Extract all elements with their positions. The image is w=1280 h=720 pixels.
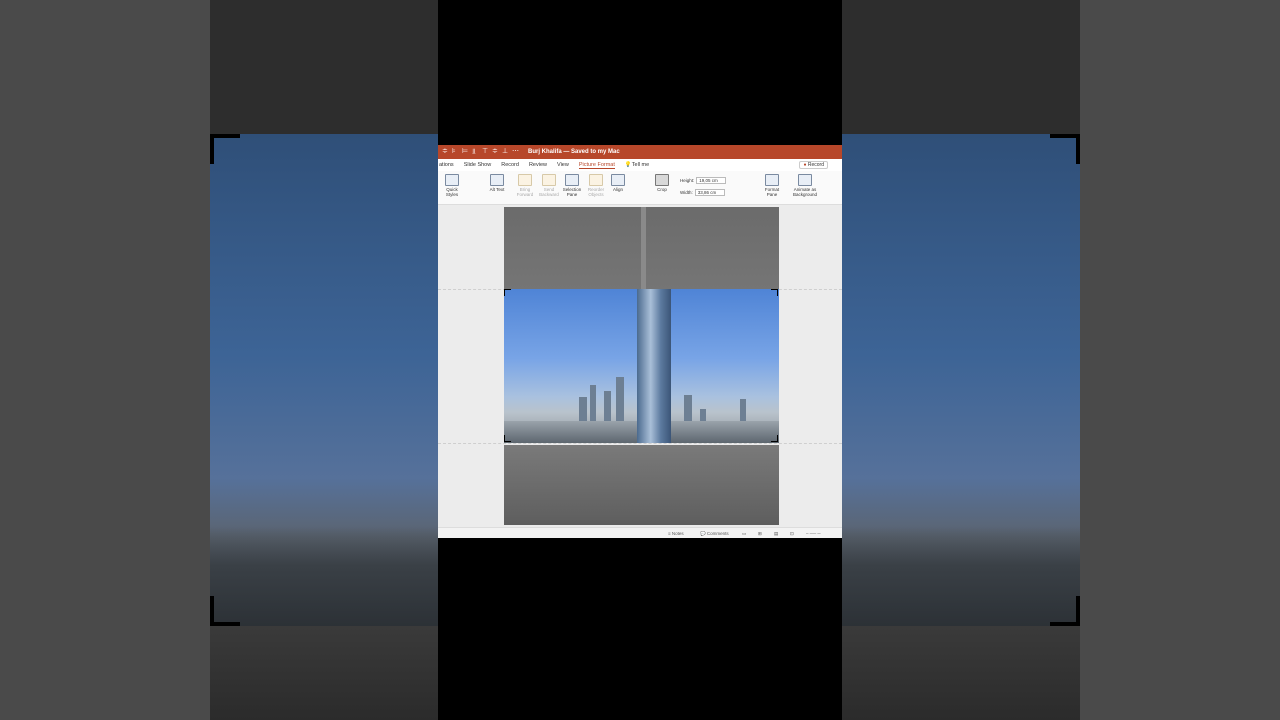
notes-button[interactable]: ≡ Notes	[668, 531, 684, 536]
powerpoint-window: ≑ ⊧ ⊨ ⫫ ⊤ ≑ ⊥ ⋯ Burj Khalifa — Saved to …	[438, 145, 842, 538]
slide-sorter-icon[interactable]: ⊞	[758, 531, 762, 537]
slideshow-view-icon[interactable]: ⊡	[790, 531, 794, 537]
more-icon[interactable]: ⋯	[512, 148, 519, 155]
quick-styles-icon	[445, 174, 459, 186]
bring-forward-button[interactable]: Bring Forward	[514, 174, 536, 197]
alt-text-button[interactable]: Alt Text	[488, 174, 506, 192]
crop-handle-top-left[interactable]	[504, 289, 511, 296]
background-left	[0, 0, 438, 720]
title-bar: ≑ ⊧ ⊨ ⫫ ⊤ ≑ ⊥ ⋯ Burj Khalifa — Saved to …	[438, 145, 842, 159]
guide-line	[438, 443, 842, 444]
cropped-area-top	[504, 207, 779, 289]
crop-handle-top-right[interactable]	[771, 289, 778, 296]
background-bottom	[842, 626, 1080, 720]
send-backward-icon	[542, 174, 556, 186]
crop-corner-icon	[1050, 134, 1080, 164]
align-middle-icon[interactable]: ≑	[492, 148, 498, 155]
selection-pane-button[interactable]: Selection Pane	[561, 174, 583, 197]
width-input[interactable]: 33,86 cm	[694, 189, 725, 196]
height-input[interactable]: 19,05 cm	[696, 177, 727, 184]
background-top	[210, 0, 438, 134]
width-field: Width: 33,86 cm	[680, 189, 725, 196]
zoom-slider[interactable]: – ── ─	[806, 531, 821, 536]
crop-corner-icon	[210, 596, 240, 626]
send-backward-button[interactable]: Send Backward	[537, 174, 561, 197]
background-edge	[0, 0, 210, 720]
align-objects-icon	[611, 174, 625, 186]
crop-handle-bottom-left[interactable]	[504, 435, 511, 442]
comments-button[interactable]: 💬 Comments	[700, 531, 729, 537]
animate-background-icon	[798, 174, 812, 186]
outdent-icon[interactable]: ⊨	[462, 148, 468, 155]
align-icon[interactable]: ≑	[442, 148, 448, 155]
align-top-icon[interactable]: ⊤	[482, 148, 488, 155]
tower-shadow	[641, 207, 646, 289]
background-edge	[1080, 0, 1280, 720]
alt-text-icon	[490, 174, 504, 186]
format-pane-button[interactable]: Format Pane	[762, 174, 782, 197]
indent-icon[interactable]: ⊧	[452, 148, 458, 155]
ribbon-tabs: ations Slide Show Record Review View Pic…	[438, 159, 842, 171]
reading-view-icon[interactable]: ▤	[774, 531, 778, 537]
normal-view-icon[interactable]: ▭	[742, 531, 746, 537]
tab-slide-show[interactable]: Slide Show	[464, 162, 492, 168]
reorder-objects-button[interactable]: Reorder Objects	[584, 174, 608, 197]
background-city	[210, 526, 438, 626]
burj-khalifa-photo[interactable]	[504, 289, 779, 443]
tab-view[interactable]: View	[557, 162, 569, 168]
quick-styles-button[interactable]: Quick Styles	[442, 174, 462, 197]
window-title[interactable]: Burj Khalifa — Saved to my Mac	[528, 149, 620, 155]
tab-picture-format[interactable]: Picture Format	[578, 162, 615, 169]
crop-corner-icon	[210, 134, 240, 164]
tab-animations[interactable]: ations	[439, 162, 454, 168]
tell-me-search[interactable]: 💡Tell me	[625, 162, 649, 168]
background-right	[842, 0, 1280, 720]
background-top	[842, 0, 1080, 134]
crop-corner-icon	[1050, 596, 1080, 626]
status-bar: ≡ Notes 💬 Comments ▭ ⊞ ▤ ⊡ – ── ─	[438, 527, 842, 538]
record-button[interactable]: ● Record	[799, 161, 828, 169]
reorder-objects-icon	[589, 174, 603, 186]
format-pane-icon	[765, 174, 779, 186]
background-city	[842, 526, 1080, 626]
distribute-icon[interactable]: ⫫	[472, 148, 478, 155]
ribbon-toolbar: Quick Styles Alt Text Bring Forward Send…	[438, 171, 842, 205]
tower	[637, 289, 671, 443]
crop-handle-bottom-right[interactable]	[771, 435, 778, 442]
animate-as-background-button[interactable]: Animate as Background	[788, 174, 822, 197]
tab-review[interactable]: Review	[529, 162, 547, 168]
background-bottom	[210, 626, 438, 720]
crop-button[interactable]: Crop	[654, 174, 670, 192]
align-button[interactable]: Align	[609, 174, 627, 192]
cropped-area-bottom	[504, 445, 779, 525]
lightbulb-icon: 💡	[624, 162, 632, 168]
slide-canvas[interactable]	[438, 205, 842, 527]
align-bottom-icon[interactable]: ⊥	[502, 148, 508, 155]
record-dot-icon: ●	[803, 162, 807, 168]
height-field: Height: 19,05 cm	[680, 177, 727, 184]
selection-pane-icon	[565, 174, 579, 186]
tab-record[interactable]: Record	[501, 162, 519, 168]
bring-forward-icon	[518, 174, 532, 186]
crop-icon	[655, 174, 669, 186]
